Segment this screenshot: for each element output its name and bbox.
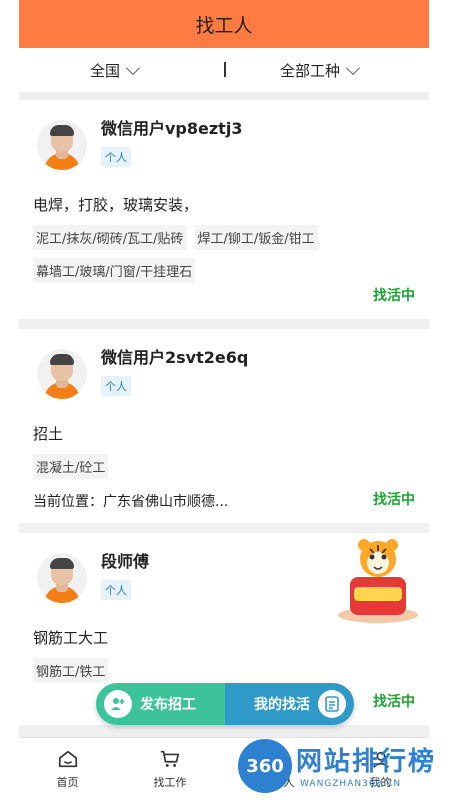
nav-find-work[interactable]: 找工作 — [154, 748, 187, 790]
home-icon — [58, 750, 77, 768]
worker-skills: 电焊，打胶，玻璃安装， — [33, 196, 199, 214]
add-user-icon — [104, 690, 132, 718]
type-badge: 个人 — [101, 580, 131, 600]
trade-tag: 泥工/抹灰/砌砖/瓦工/贴砖 — [33, 225, 187, 250]
cart-icon — [160, 750, 180, 767]
worker-card[interactable]: 微信用户vp8eztj3 个人 电焊，打胶，玻璃安装， 泥工/抹灰/砌砖/瓦工/… — [19, 100, 429, 319]
region-filter-label: 全国 — [89, 61, 120, 80]
nav-home[interactable]: 首页 — [57, 748, 79, 790]
status-label: 找活中 — [373, 694, 415, 710]
worker-name: 微信用户2svt2e6q — [101, 348, 249, 367]
avatar — [37, 349, 87, 399]
avatar — [37, 553, 87, 603]
publish-job-label: 发布招工 — [140, 697, 196, 713]
app-screen: 找工人 全国 全部工种 微信用户vp8eztj3 个人 电焊，打胶，玻璃安装， … — [19, 0, 429, 800]
document-icon — [318, 690, 346, 718]
worker-list: 微信用户vp8eztj3 个人 电焊，打胶，玻璃安装， 泥工/抹灰/砌砖/瓦工/… — [19, 100, 429, 735]
avatar — [37, 120, 87, 170]
trade-tag: 幕墙工/玻璃/门窗/干挂理石 — [33, 258, 196, 283]
trade-filter[interactable]: 全部工种 — [279, 60, 361, 81]
type-badge: 个人 — [101, 147, 131, 167]
worker-name: 微信用户vp8eztj3 — [101, 119, 243, 138]
watermark-logo: 360 — [238, 739, 292, 793]
page-header: 找工人 — [19, 0, 429, 48]
nav-home-label: 首页 — [56, 776, 79, 789]
worker-location: 当前位置：广东省佛山市顺德... — [33, 494, 229, 510]
worker-skills: 招土 — [33, 425, 64, 443]
worker-name: 段师傅 — [101, 552, 150, 571]
chevron-down-icon — [125, 60, 141, 75]
watermark-subtitle: WANGZHAN360.CN — [300, 779, 402, 789]
type-badge: 个人 — [101, 376, 131, 396]
red-packet-promo-icon[interactable] — [332, 535, 424, 627]
action-pill: 发布招工 我的找活 — [96, 683, 354, 725]
tag-list: 钢筋工/铁工 — [33, 658, 415, 683]
my-jobs-button[interactable]: 我的找活 — [225, 683, 354, 725]
site-watermark: 360 网站排行榜 WANGZHAN360.CN — [238, 735, 448, 800]
trade-tag: 焊工/铆工/钣金/钳工 — [194, 225, 318, 250]
status-label: 找活中 — [373, 492, 415, 508]
filter-divider — [224, 62, 226, 77]
nav-find-work-label: 找工作 — [153, 776, 187, 789]
tag-list: 混凝土/砼工 — [33, 454, 415, 479]
tag-list: 泥工/抹灰/砌砖/瓦工/贴砖 焊工/铆工/钣金/钳工 幕墙工/玻璃/门窗/干挂理… — [33, 225, 415, 283]
trade-tag: 混凝土/砼工 — [33, 454, 109, 479]
chevron-down-icon — [345, 60, 361, 75]
worker-card[interactable]: 微信用户2svt2e6q 个人 招土 混凝土/砼工 当前位置：广东省佛山市顺德.… — [19, 329, 429, 523]
status-label: 找活中 — [373, 288, 415, 304]
page-title: 找工人 — [195, 14, 253, 37]
filter-bar: 全国 全部工种 — [19, 48, 429, 92]
watermark-title: 网站排行榜 — [296, 747, 437, 777]
trade-tag: 钢筋工/铁工 — [33, 658, 109, 683]
trade-filter-label: 全部工种 — [279, 61, 340, 80]
worker-skills: 钢筋工大工 — [33, 629, 109, 647]
my-jobs-label: 我的找活 — [254, 697, 310, 713]
region-filter[interactable]: 全国 — [89, 60, 141, 81]
publish-job-button[interactable]: 发布招工 — [96, 683, 225, 725]
